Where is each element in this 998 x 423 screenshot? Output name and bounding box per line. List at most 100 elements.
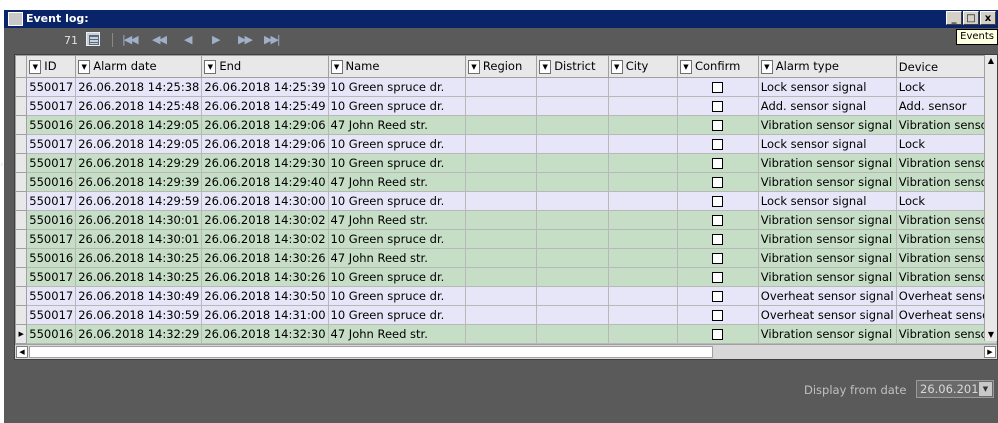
column-header-confirm[interactable]: ▼ Confirm xyxy=(676,55,759,78)
cell-city[interactable] xyxy=(607,305,678,325)
table-row[interactable]: 550017 26.06.2018 14:25:48 26.06.2018 14:2… xyxy=(14,96,998,116)
cell-city[interactable] xyxy=(607,153,678,173)
prev-record-icon[interactable]: ◀ xyxy=(184,33,193,46)
cell-city[interactable] xyxy=(607,96,678,116)
cell-end[interactable]: 26.06.2018 14:29:06 xyxy=(201,115,329,135)
column-header-device[interactable]: Device xyxy=(895,55,998,78)
cell-alarm-type[interactable]: Vibration sensor signal xyxy=(757,210,897,230)
confirm-checkbox[interactable] xyxy=(712,158,724,169)
cell-device[interactable]: Overheat sensor xyxy=(895,305,998,325)
cell-region[interactable] xyxy=(464,191,538,211)
cell-device[interactable]: Vibration sensor xyxy=(895,248,998,268)
cell-alarm-date[interactable]: 26.06.2018 14:25:38 xyxy=(75,77,203,97)
row-indicator[interactable] xyxy=(14,267,28,287)
confirm-checkbox[interactable] xyxy=(712,272,724,283)
cell-district[interactable] xyxy=(536,267,609,287)
prev-page-icon[interactable]: ◀◀ xyxy=(152,33,167,46)
cell-name[interactable]: 47 John Reed str. xyxy=(327,210,466,230)
confirm-checkbox[interactable] xyxy=(712,177,724,188)
table-row[interactable]: 550016 26.06.2018 14:30:01 26.06.2018 14:3… xyxy=(14,210,998,230)
cell-city[interactable] xyxy=(607,229,678,249)
cell-end[interactable]: 26.06.2018 14:30:02 xyxy=(201,210,329,230)
filter-dropdown-icon[interactable]: ▼ xyxy=(610,59,623,74)
maximize-button[interactable]: □ xyxy=(963,11,979,25)
scroll-right-icon[interactable]: ▶ xyxy=(984,346,996,358)
cell-alarm-type[interactable]: Vibration sensor signal xyxy=(757,324,897,344)
cell-device[interactable]: Vibration sensor xyxy=(895,115,998,135)
filter-dropdown-icon[interactable]: ▼ xyxy=(204,59,217,74)
cell-end[interactable]: 26.06.2018 14:30:26 xyxy=(201,267,329,287)
row-indicator[interactable] xyxy=(14,248,28,268)
cell-end[interactable]: 26.06.2018 14:32:30 xyxy=(201,324,329,344)
cell-device[interactable]: Add. sensor xyxy=(895,96,998,116)
cell-district[interactable] xyxy=(536,324,609,344)
cell-name[interactable]: 10 Green spruce dr. xyxy=(327,305,466,325)
cell-district[interactable] xyxy=(536,172,609,192)
filter-dropdown-icon[interactable]: ▼ xyxy=(78,59,91,74)
row-indicator[interactable] xyxy=(14,134,28,154)
cell-device[interactable]: Lock xyxy=(895,191,998,211)
confirm-checkbox[interactable] xyxy=(712,101,724,112)
cell-end[interactable]: 26.06.2018 14:25:39 xyxy=(201,77,329,97)
cell-id[interactable]: 550017 xyxy=(26,229,77,249)
filter-dropdown-icon[interactable]: ▼ xyxy=(539,59,552,74)
row-indicator[interactable] xyxy=(14,153,28,173)
horizontal-scrollbar[interactable]: ◀ ▶ xyxy=(15,344,997,359)
confirm-checkbox[interactable] xyxy=(712,82,724,93)
cell-end[interactable]: 26.06.2018 14:30:02 xyxy=(201,229,329,249)
table-row[interactable]: ▶ 550016 26.06.2018 14:32:29 26.06.2018 14:… xyxy=(14,324,998,344)
cell-district[interactable] xyxy=(536,77,609,97)
display-from-date-picker[interactable]: 26.06.2018 ▼ xyxy=(916,380,994,398)
date-dropdown-icon[interactable]: ▼ xyxy=(979,382,992,396)
cell-city[interactable] xyxy=(607,191,678,211)
cell-region[interactable] xyxy=(464,210,538,230)
cell-id[interactable]: 550017 xyxy=(26,267,77,287)
cell-region[interactable] xyxy=(464,324,538,344)
cell-alarm-date[interactable]: 26.06.2018 14:32:29 xyxy=(75,324,203,344)
cell-district[interactable] xyxy=(536,229,609,249)
cell-id[interactable]: 550017 xyxy=(26,305,77,325)
cell-alarm-date[interactable]: 26.06.2018 14:30:59 xyxy=(75,305,203,325)
cell-device[interactable]: Overheat sensor xyxy=(895,286,998,306)
cell-alarm-date[interactable]: 26.06.2018 14:29:29 xyxy=(75,153,203,173)
cell-region[interactable] xyxy=(464,134,538,154)
cell-device[interactable]: Vibration sensor xyxy=(895,172,998,192)
cell-alarm-date[interactable]: 26.06.2018 14:30:49 xyxy=(75,286,203,306)
minimize-button[interactable]: _ xyxy=(946,11,962,25)
cell-end[interactable]: 26.06.2018 14:30:00 xyxy=(201,191,329,211)
filter-dropdown-icon[interactable]: ▼ xyxy=(760,59,773,74)
cell-region[interactable] xyxy=(464,248,538,268)
cell-name[interactable]: 10 Green spruce dr. xyxy=(327,286,466,306)
row-indicator[interactable] xyxy=(14,229,28,249)
cell-alarm-type[interactable]: Vibration sensor signal xyxy=(757,267,897,287)
table-row[interactable]: 550016 26.06.2018 14:29:39 26.06.2018 14:2… xyxy=(14,172,998,192)
horizontal-scroll-thumb[interactable] xyxy=(29,346,713,358)
cell-city[interactable] xyxy=(607,115,678,135)
cell-alarm-type[interactable]: Vibration sensor signal xyxy=(757,248,897,268)
cell-region[interactable] xyxy=(464,153,538,173)
cell-end[interactable]: 26.06.2018 14:29:40 xyxy=(201,172,329,192)
row-indicator[interactable] xyxy=(14,191,28,211)
cell-region[interactable] xyxy=(464,96,538,116)
confirm-checkbox[interactable] xyxy=(712,234,724,245)
cell-name[interactable]: 10 Green spruce dr. xyxy=(327,191,466,211)
cell-end[interactable]: 26.06.2018 14:30:50 xyxy=(201,286,329,306)
cell-region[interactable] xyxy=(464,267,538,287)
cell-name[interactable]: 10 Green spruce dr. xyxy=(327,229,466,249)
cell-name[interactable]: 47 John Reed str. xyxy=(327,172,466,192)
cell-district[interactable] xyxy=(536,248,609,268)
cell-alarm-date[interactable]: 26.06.2018 14:29:59 xyxy=(75,191,203,211)
cell-id[interactable]: 550016 xyxy=(26,248,77,268)
cell-name[interactable]: 10 Green spruce dr. xyxy=(327,96,466,116)
cell-alarm-type[interactable]: Lock sensor signal xyxy=(757,134,897,154)
cell-region[interactable] xyxy=(464,305,538,325)
cell-alarm-date[interactable]: 26.06.2018 14:29:05 xyxy=(75,134,203,154)
cell-device[interactable]: Vibration sensor xyxy=(895,324,998,344)
confirm-checkbox[interactable] xyxy=(712,310,724,321)
column-header-id[interactable]: ▼ ID xyxy=(26,55,77,78)
close-button[interactable]: x xyxy=(980,11,996,25)
cell-city[interactable] xyxy=(607,267,678,287)
cell-id[interactable]: 550016 xyxy=(26,172,77,192)
filter-dropdown-icon[interactable]: ▼ xyxy=(467,59,480,74)
current-row-indicator-icon[interactable]: ▶ xyxy=(14,324,28,344)
